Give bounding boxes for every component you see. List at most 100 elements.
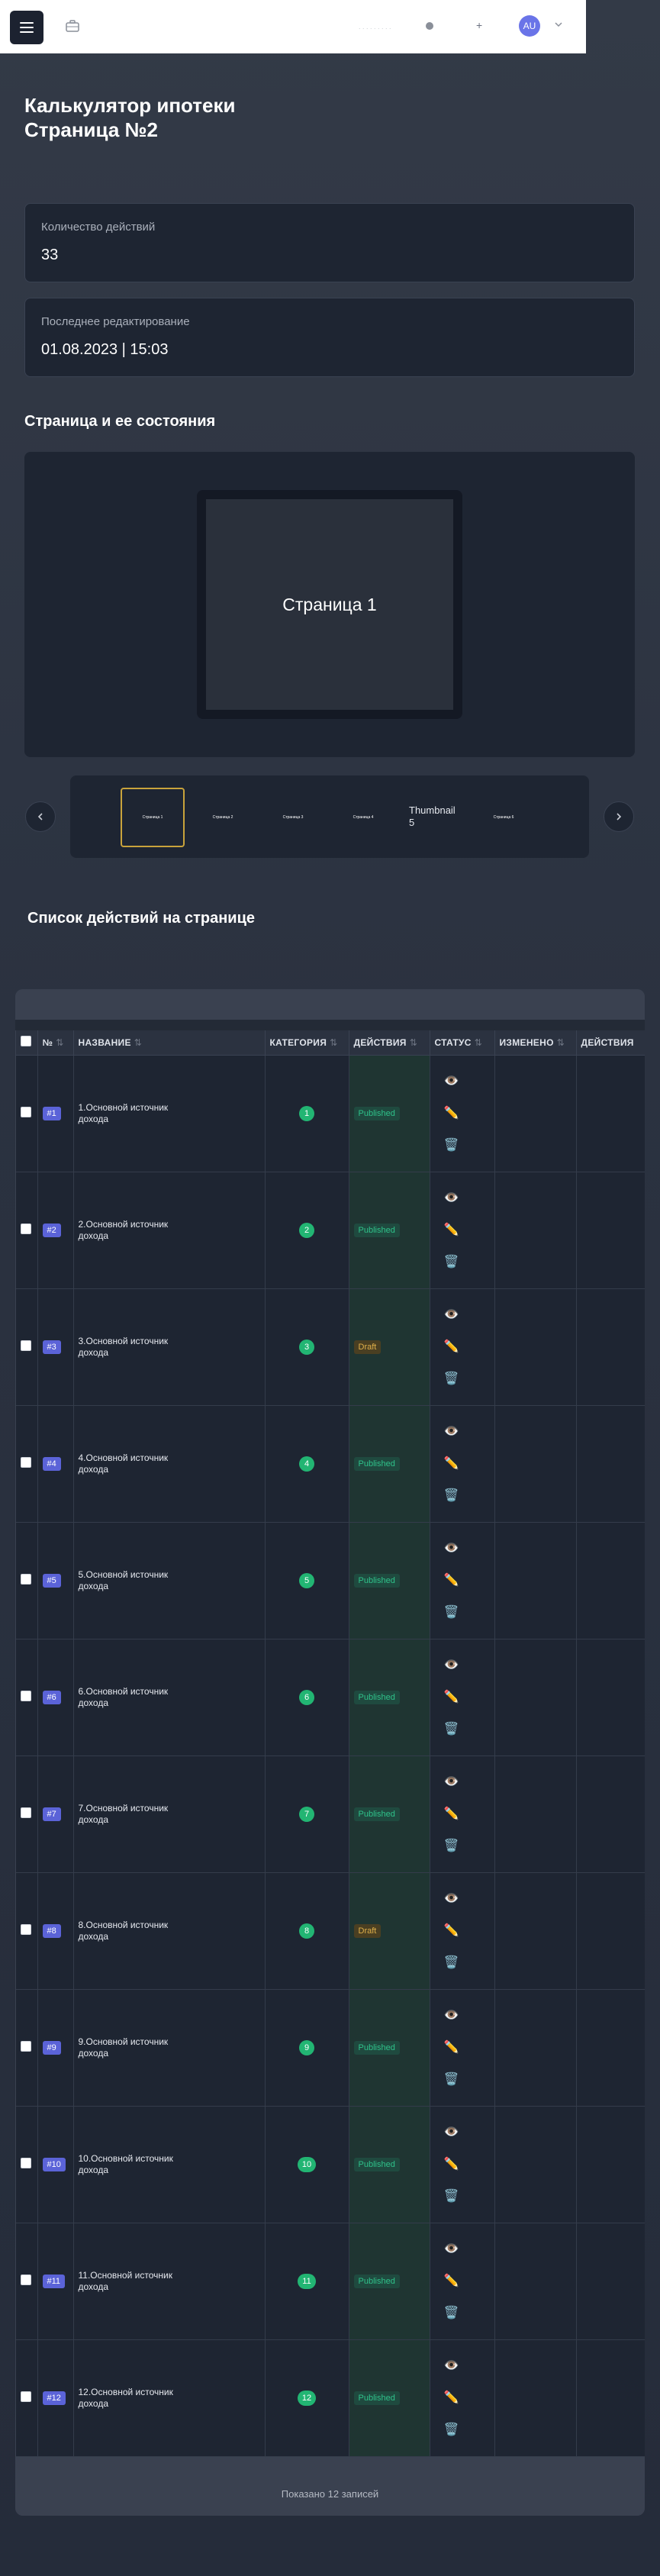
chevron-down-icon[interactable] — [554, 20, 563, 29]
table-row[interactable]: #9 9.Основной источник дохода 9 Publishe… — [16, 1989, 645, 2107]
column-header-modified[interactable]: Изменено ⇅ — [494, 1030, 577, 1056]
table-row[interactable]: #2 2.Основной источник дохода 2 Publishe… — [16, 1172, 645, 1289]
row-checkbox-cell[interactable] — [16, 1872, 38, 1990]
row-checkbox[interactable] — [21, 1457, 31, 1468]
row-checkbox-cell[interactable] — [16, 1989, 38, 2107]
sort-icon[interactable]: ⇅ — [330, 1037, 337, 1048]
view-icon[interactable]: 👁️ — [444, 1424, 494, 1440]
view-icon[interactable]: 👁️ — [444, 1891, 494, 1907]
row-checkbox-cell[interactable] — [16, 1055, 38, 1172]
table-row[interactable]: #7 7.Основной источник дохода 7 Publishe… — [16, 1755, 645, 1873]
table-row[interactable]: #10 10.Основной источник дохода 10 Publi… — [16, 2106, 645, 2223]
table-row[interactable]: #1 1.Основной источник дохода 1 Publishe… — [16, 1055, 645, 1172]
edit-icon[interactable]: ✏️ — [444, 1223, 494, 1238]
delete-icon[interactable]: 🗑️ — [444, 2306, 494, 2321]
edit-icon[interactable]: ✏️ — [444, 1923, 494, 1939]
row-checkbox[interactable] — [21, 1574, 31, 1585]
sort-icon[interactable]: ⇅ — [410, 1037, 417, 1048]
sort-icon[interactable]: ⇅ — [56, 1037, 63, 1048]
notification-icon[interactable] — [426, 22, 433, 30]
row-checkbox-cell[interactable] — [16, 2339, 38, 2457]
row-checkbox[interactable] — [21, 1224, 31, 1234]
view-icon[interactable]: 👁️ — [444, 2125, 494, 2140]
edit-icon[interactable]: ✏️ — [444, 2040, 494, 2055]
delete-icon[interactable]: 🗑️ — [444, 1605, 494, 1620]
row-checkbox[interactable] — [21, 2275, 31, 2285]
view-icon[interactable]: 👁️ — [444, 2358, 494, 2374]
view-icon[interactable]: 👁️ — [444, 1191, 494, 1206]
sort-icon[interactable]: ⇅ — [557, 1037, 565, 1048]
table-row[interactable]: #5 5.Основной источник дохода 5 Publishe… — [16, 1522, 645, 1639]
edit-icon[interactable]: ✏️ — [444, 1690, 494, 1705]
edit-icon[interactable]: ✏️ — [444, 1456, 494, 1472]
column-header-num[interactable]: № ⇅ — [37, 1030, 74, 1056]
row-checkbox[interactable] — [21, 2391, 31, 2402]
thumbnail-5-broken-image[interactable]: Thumbnail 5 — [409, 788, 462, 847]
briefcase-icon[interactable] — [66, 20, 79, 32]
sort-icon[interactable]: ⇅ — [475, 1037, 482, 1048]
table-row[interactable]: #4 4.Основной источник дохода 4 Publishe… — [16, 1405, 645, 1523]
delete-icon[interactable]: 🗑️ — [444, 1955, 494, 1971]
row-checkbox[interactable] — [21, 1107, 31, 1117]
delete-icon[interactable]: 🗑️ — [444, 1488, 494, 1504]
table-row[interactable]: #3 3.Основной источник дохода 3 Draft 👁️… — [16, 1288, 645, 1406]
view-icon[interactable]: 👁️ — [444, 1074, 494, 1089]
select-all-header[interactable] — [16, 1030, 38, 1056]
search-area[interactable]: . . . . . . . . . — [359, 23, 404, 31]
avatar[interactable]: AU — [519, 15, 540, 37]
view-icon[interactable]: 👁️ — [444, 1775, 494, 1790]
select-all-checkbox[interactable] — [21, 1036, 31, 1047]
thumbnail-3[interactable]: Страница 3 — [261, 788, 325, 847]
row-checkbox-cell[interactable] — [16, 1639, 38, 1756]
column-header-category[interactable]: Категория ⇅ — [265, 1030, 349, 1056]
delete-icon[interactable]: 🗑️ — [444, 1722, 494, 1737]
delete-icon[interactable]: 🗑️ — [444, 2072, 494, 2088]
row-checkbox-cell[interactable] — [16, 1405, 38, 1523]
prev-page-button[interactable] — [25, 801, 56, 832]
delete-icon[interactable]: 🗑️ — [444, 1255, 494, 1270]
add-icon[interactable]: + — [476, 19, 482, 31]
table-row[interactable]: #12 12.Основной источник дохода 12 Publi… — [16, 2339, 645, 2457]
edit-icon[interactable]: ✏️ — [444, 2274, 494, 2289]
row-checkbox-cell[interactable] — [16, 1522, 38, 1639]
view-icon[interactable]: 👁️ — [444, 2242, 494, 2257]
table-row[interactable]: #8 8.Основной источник дохода 8 Draft 👁️… — [16, 1872, 645, 1990]
thumbnail-1[interactable]: Страница 1 — [121, 788, 185, 847]
delete-icon[interactable]: 🗑️ — [444, 2423, 494, 2438]
row-checkbox[interactable] — [21, 1340, 31, 1351]
delete-icon[interactable]: 🗑️ — [444, 1138, 494, 1153]
edit-icon[interactable]: ✏️ — [444, 1807, 494, 1822]
edit-icon[interactable]: ✏️ — [444, 1340, 494, 1355]
table-row[interactable]: #6 6.Основной источник дохода 6 Publishe… — [16, 1639, 645, 1756]
hamburger-menu-button[interactable] — [10, 11, 43, 44]
thumbnail-4[interactable]: Страница 4 — [331, 788, 395, 847]
view-icon[interactable]: 👁️ — [444, 1307, 494, 1323]
delete-icon[interactable]: 🗑️ — [444, 1839, 494, 1854]
row-checkbox[interactable] — [21, 1807, 31, 1818]
edit-icon[interactable]: ✏️ — [444, 2391, 494, 2406]
row-checkbox[interactable] — [21, 2158, 31, 2168]
column-header-actions[interactable]: Действия ⇅ — [349, 1030, 430, 1056]
row-checkbox[interactable] — [21, 1924, 31, 1935]
edit-icon[interactable]: ✏️ — [444, 2157, 494, 2172]
delete-icon[interactable]: 🗑️ — [444, 2189, 494, 2204]
thumbnail-2[interactable]: Страница 2 — [191, 788, 255, 847]
row-checkbox-cell[interactable] — [16, 1172, 38, 1289]
table-row[interactable]: #11 11.Основной источник дохода 11 Publi… — [16, 2223, 645, 2340]
column-header-name[interactable]: Название ⇅ — [73, 1030, 266, 1056]
column-header-status[interactable]: Статус ⇅ — [430, 1030, 495, 1056]
sort-icon[interactable]: ⇅ — [134, 1037, 142, 1048]
thumbnail-6[interactable]: Страница 6 — [472, 788, 536, 847]
row-checkbox-cell[interactable] — [16, 2223, 38, 2340]
row-checkbox-cell[interactable] — [16, 1288, 38, 1406]
row-checkbox-cell[interactable] — [16, 2106, 38, 2223]
view-icon[interactable]: 👁️ — [444, 1541, 494, 1556]
row-checkbox[interactable] — [21, 2041, 31, 2052]
next-page-button[interactable] — [604, 801, 634, 832]
delete-icon[interactable]: 🗑️ — [444, 1372, 494, 1387]
row-checkbox-cell[interactable] — [16, 1755, 38, 1873]
row-checkbox[interactable] — [21, 1691, 31, 1701]
edit-icon[interactable]: ✏️ — [444, 1106, 494, 1121]
view-icon[interactable]: 👁️ — [444, 1658, 494, 1673]
column-header-actions-2[interactable]: Действия — [576, 1030, 645, 1056]
